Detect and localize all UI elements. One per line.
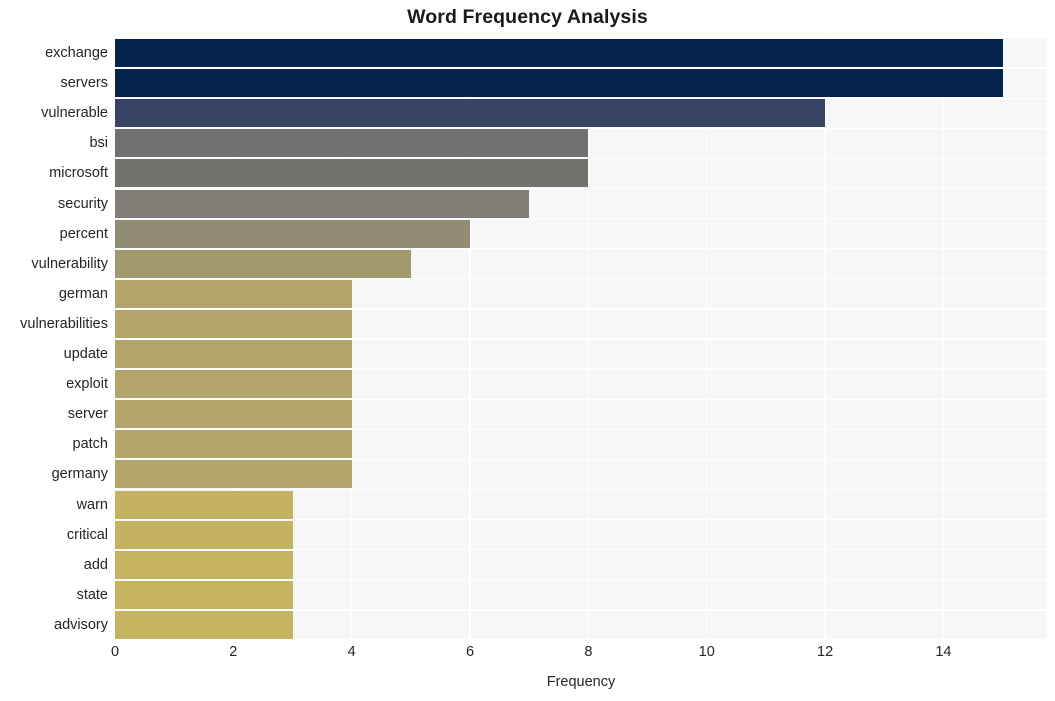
bar-update[interactable]	[115, 340, 352, 369]
y-tick-label-security: security	[58, 195, 108, 212]
bar-germany[interactable]	[115, 460, 352, 489]
y-tick-label-vulnerable: vulnerable	[41, 105, 108, 122]
bar-patch[interactable]	[115, 430, 352, 459]
bar-vulnerable[interactable]	[115, 99, 826, 128]
y-tick-label-advisory: advisory	[54, 616, 108, 633]
x-tick-label-4: 4	[347, 644, 356, 660]
bar-microsoft[interactable]	[115, 159, 589, 188]
x-axis-label: Frequency	[546, 674, 616, 690]
gridline-vertical-6	[824, 38, 826, 640]
gridline-horizontal-19	[115, 639, 1047, 640]
x-tick-label-12: 12	[817, 644, 834, 660]
y-tick-label-patch: patch	[72, 436, 108, 453]
x-tick-label-14: 14	[935, 644, 952, 660]
bar-state[interactable]	[115, 580, 293, 609]
y-tick-label-exploit: exploit	[66, 376, 108, 393]
y-tick-label-critical: critical	[66, 526, 108, 543]
gridline-vertical-2	[350, 38, 353, 640]
gridline-vertical-7	[942, 38, 945, 640]
gridline-vertical-0	[115, 38, 116, 640]
bar-servers[interactable]	[115, 69, 1003, 98]
plot-area	[115, 38, 1047, 640]
gridline-vertical-4	[587, 38, 590, 640]
gridline-vertical-5	[706, 38, 708, 640]
bar-critical[interactable]	[115, 520, 293, 549]
y-tick-label-bsi: bsi	[89, 135, 108, 152]
bar-add[interactable]	[115, 550, 293, 579]
bar-percent[interactable]	[115, 219, 471, 248]
y-tick-label-vulnerabilities: vulnerabilities	[20, 315, 108, 332]
y-tick-label-update: update	[63, 346, 108, 363]
y-tick-label-state: state	[76, 586, 108, 603]
bar-exchange[interactable]	[115, 39, 1003, 68]
y-tick-label-exchange: exchange	[45, 45, 108, 62]
x-tick-label-6: 6	[466, 644, 475, 660]
bar-warn[interactable]	[115, 490, 293, 519]
y-tick-label-germany: germany	[51, 466, 108, 483]
y-tick-label-german: german	[58, 285, 108, 302]
chart-figure: Word Frequency Analysis exchange servers v…	[0, 0, 1055, 701]
bar-vulnerability[interactable]	[115, 249, 411, 278]
x-tick-label-8: 8	[584, 644, 593, 660]
y-tick-label-percent: percent	[59, 225, 108, 242]
x-tick-label-10: 10	[698, 644, 715, 660]
x-axis-tick-labels: 0 2 4 6 8 10 12 14	[111, 644, 1047, 667]
y-tick-label-vulnerability: vulnerability	[31, 255, 108, 272]
y-tick-label-server: server	[67, 406, 108, 423]
gridline-vertical-1	[232, 38, 235, 640]
y-tick-label-add: add	[83, 556, 108, 573]
bar-security[interactable]	[115, 189, 530, 218]
chart-title: Word Frequency Analysis	[407, 6, 648, 28]
y-tick-label-servers: servers	[60, 75, 108, 92]
x-tick-label-2: 2	[229, 644, 238, 660]
bar-german[interactable]	[115, 279, 352, 308]
x-tick-label-0: 0	[110, 644, 120, 660]
gridline-vertical-3	[469, 38, 471, 640]
y-tick-label-microsoft: microsoft	[49, 165, 108, 182]
bar-bsi[interactable]	[115, 129, 589, 158]
bar-advisory[interactable]	[115, 610, 293, 639]
bar-vulnerabilities[interactable]	[115, 309, 352, 338]
bar-exploit[interactable]	[115, 370, 352, 399]
y-axis-tick-labels: exchange servers vulnerable bsi microsoft sec…	[0, 38, 108, 640]
y-tick-label-warn: warn	[76, 496, 108, 513]
bar-server[interactable]	[115, 400, 352, 429]
